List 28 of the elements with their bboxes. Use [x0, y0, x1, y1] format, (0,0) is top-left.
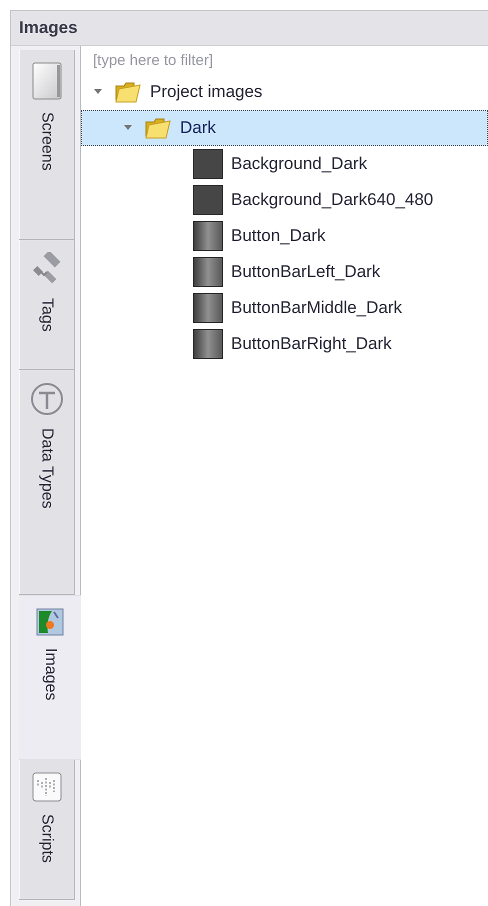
tree-row[interactable]: Background_Dark: [81, 146, 488, 182]
tree-label: Button_Dark: [231, 225, 326, 248]
tree-row[interactable]: ButtonBarRight_Dark: [81, 326, 488, 362]
tree-label: ButtonBarRight_Dark: [231, 333, 392, 356]
tree-row[interactable]: ButtonBarMiddle_Dark: [81, 290, 488, 326]
panel-title: Images: [19, 17, 78, 40]
folder-icon: [144, 116, 172, 140]
circled-t-icon: [30, 382, 64, 416]
image-icon: [36, 608, 64, 636]
script-icon: [32, 772, 62, 802]
tree-label: Dark: [180, 117, 216, 140]
tree-row[interactable]: Project images: [81, 74, 488, 110]
tree-label: Background_Dark640_480: [231, 189, 434, 212]
tree-label: Background_Dark: [231, 153, 368, 176]
tree-row[interactable]: Background_Dark640_480: [81, 182, 488, 218]
tree-label: ButtonBarMiddle_Dark: [231, 297, 402, 320]
side-tab[interactable]: Data Types: [19, 370, 75, 595]
tree-row[interactable]: ButtonBarLeft_Dark: [81, 254, 488, 290]
tree-row[interactable]: Button_Dark: [81, 218, 488, 254]
folder-icon: [114, 80, 142, 104]
tree-label: Project images: [150, 81, 262, 104]
side-tab[interactable]: Screens: [19, 50, 75, 240]
tree-label: ButtonBarLeft_Dark: [231, 261, 380, 284]
window-icon: [32, 62, 62, 100]
selected-tree-row[interactable]: Dark: [81, 110, 488, 146]
side-tab[interactable]: Scripts: [19, 760, 75, 900]
side-tab[interactable]: Images: [19, 595, 81, 760]
side-tab[interactable]: Tags: [19, 240, 75, 370]
